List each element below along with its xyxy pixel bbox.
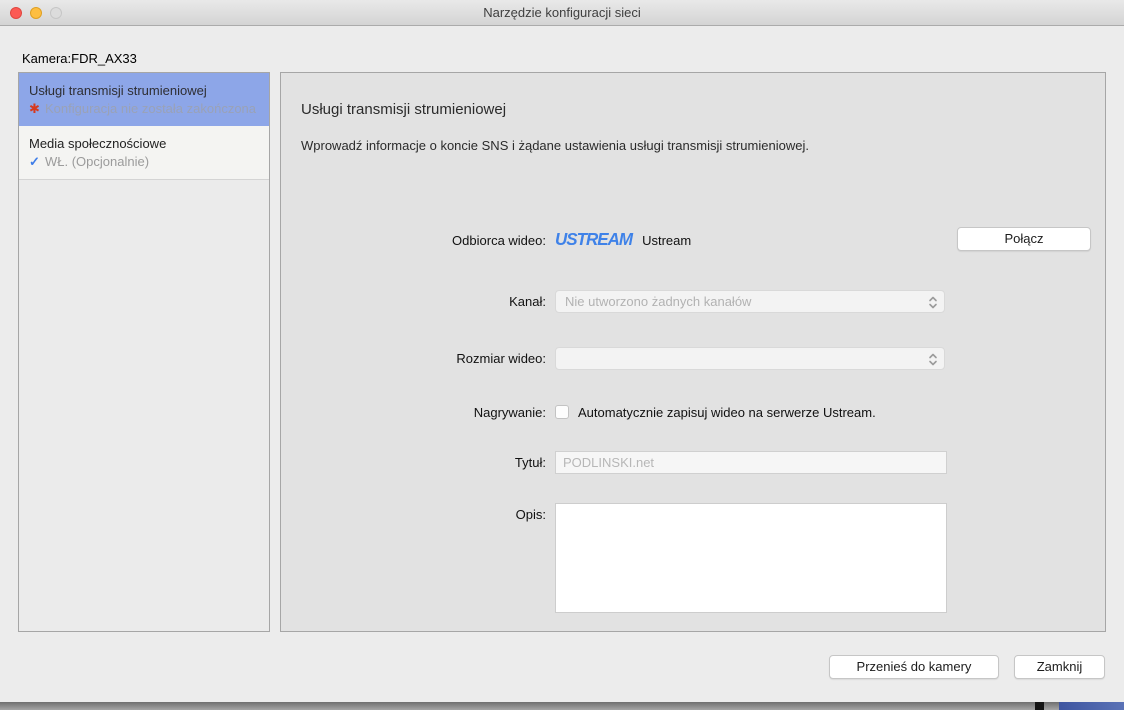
sidebar-item-label: Media społecznościowe xyxy=(29,136,259,151)
stream-title-label: Tytuł: xyxy=(301,455,546,470)
channel-label: Kanał: xyxy=(301,294,546,309)
chevron-up-down-icon xyxy=(928,352,938,370)
channel-select[interactable]: Nie utworzono żadnych kanałów xyxy=(555,290,945,313)
background-window-fragment xyxy=(1035,702,1044,710)
ustream-logo: USTREAM xyxy=(555,230,632,250)
background-window-fragment xyxy=(1059,702,1124,710)
close-button[interactable]: Zamknij xyxy=(1014,655,1105,679)
video-size-label: Rozmiar wideo: xyxy=(301,351,546,366)
stream-description-row: Opis: xyxy=(301,503,1091,613)
auto-save-checkbox-label: Automatycznie zapisuj wideo na serwerze … xyxy=(578,405,876,420)
recording-label: Nagrywanie: xyxy=(301,405,546,420)
panel-description: Wprowadź informacje o koncie SNS i żądan… xyxy=(301,138,809,153)
minimize-window-icon[interactable] xyxy=(30,7,42,19)
window-title: Narzędzie konfiguracji sieci xyxy=(0,0,1124,26)
video-recipient-label: Odbiorca wideo: xyxy=(301,233,546,248)
chevron-up-down-icon xyxy=(928,295,938,313)
streaming-settings-panel: Usługi transmisji strumieniowej Wprowadź… xyxy=(280,72,1106,632)
camera-name-label: Kamera:FDR_AX33 xyxy=(22,51,137,66)
sidebar-item-streaming-services[interactable]: Usługi transmisji strumieniowej ✱ Konfig… xyxy=(19,73,269,126)
connect-button[interactable]: Połącz xyxy=(957,227,1091,251)
video-size-row: Rozmiar wideo: xyxy=(301,347,1091,370)
stream-title-row: Tytuł: xyxy=(301,451,1091,474)
sidebar-item-status: WŁ. (Opcjonalnie) xyxy=(45,154,149,170)
enabled-checkmark-icon: ✓ xyxy=(29,154,45,169)
transfer-to-camera-button[interactable]: Przenieś do kamery xyxy=(829,655,999,679)
panel-title: Usługi transmisji strumieniowej xyxy=(301,101,506,118)
auto-save-checkbox[interactable] xyxy=(555,405,569,419)
zoom-window-icon xyxy=(50,7,62,19)
sidebar-item-label: Usługi transmisji strumieniowej xyxy=(29,83,259,98)
network-config-window: { "window": { "title": "Narzędzie konfig… xyxy=(0,0,1124,710)
close-window-icon[interactable] xyxy=(10,7,22,19)
stream-title-input[interactable] xyxy=(555,451,947,474)
sidebar-item-social-media[interactable]: Media społecznościowe ✓ WŁ. (Opcjonalnie… xyxy=(19,126,269,180)
video-recipient-row: Odbiorca wideo: USTREAM Ustream Połącz xyxy=(301,227,1091,253)
channel-select-value: Nie utworzono żadnych kanałów xyxy=(565,294,751,309)
video-size-select[interactable] xyxy=(555,347,945,370)
stream-description-label: Opis: xyxy=(301,503,546,522)
settings-sidebar: Usługi transmisji strumieniowej ✱ Konfig… xyxy=(18,72,270,632)
recording-row: Nagrywanie: Automatycznie zapisuj wideo … xyxy=(301,402,1091,422)
incomplete-asterisk-icon: ✱ xyxy=(29,101,45,116)
bottom-screen-edge xyxy=(0,702,1124,710)
window-titlebar: Narzędzie konfiguracji sieci xyxy=(0,0,1124,26)
sidebar-item-status: Konfiguracja nie została zakończona xyxy=(45,101,256,117)
channel-row: Kanał: Nie utworzono żadnych kanałów xyxy=(301,290,1091,313)
stream-description-textarea[interactable] xyxy=(555,503,947,613)
recipient-service-name: Ustream xyxy=(642,233,691,248)
